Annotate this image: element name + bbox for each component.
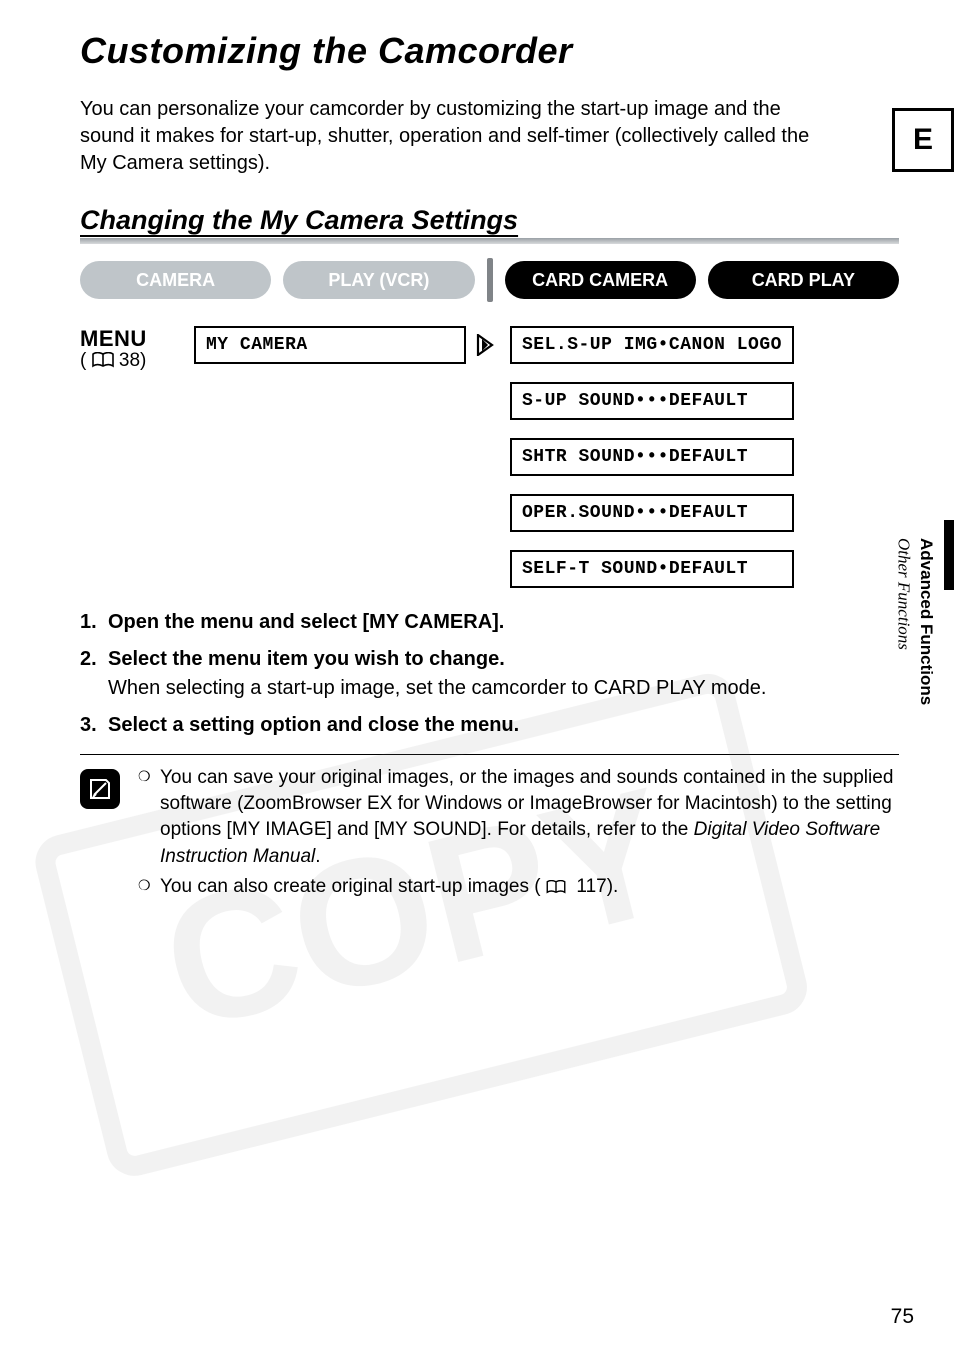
mode-card-play: CARD PLAY [708, 261, 899, 299]
menu-first-row: MY CAMERA [194, 326, 496, 364]
step-2-text: Select the menu item you wish to change. [108, 648, 505, 670]
note-1-c: . [315, 846, 320, 867]
note-2-a: You can also create original start-up im… [160, 876, 541, 897]
mode-card-camera: CARD CAMERA [505, 261, 696, 299]
notepad-icon [86, 775, 114, 803]
osd-item-1: S-UP SOUND•••DEFAULT [510, 382, 794, 420]
section-heading: Changing the My Camera Settings [80, 205, 899, 240]
menu-reference: ( 38) [80, 350, 180, 372]
osd-my-camera: MY CAMERA [194, 326, 466, 364]
note-2-b: ). [607, 876, 619, 897]
note-2: You can also create original start-up im… [138, 874, 899, 900]
mode-row: CAMERA PLAY (VCR) CARD CAMERA CARD PLAY [80, 258, 899, 302]
page: COPY Customizing the Camcorder You can p… [0, 0, 954, 1357]
side-tab-strip [944, 520, 954, 590]
side-tab-title: Advanced Functions [916, 538, 936, 705]
note-2-ref: 117 [576, 876, 606, 897]
osd-item-3: OPER.SOUND•••DEFAULT [510, 494, 794, 532]
osd-column: SEL.S-UP IMG•CANON LOGO S-UP SOUND•••DEF… [510, 326, 794, 588]
notes-row: You can save your original images, or th… [80, 765, 899, 904]
steps-list: Open the menu and select [MY CAMERA]. Se… [80, 608, 899, 740]
divider [80, 754, 899, 755]
step-1-text: Open the menu and select [MY CAMERA]. [108, 611, 504, 633]
arrow-slot [474, 326, 496, 364]
step-2-sub: When selecting a start-up image, set the… [108, 674, 899, 703]
mode-camera: CAMERA [80, 261, 271, 299]
page-title: Customizing the Camcorder [80, 30, 899, 72]
play-arrow-icon [476, 334, 494, 356]
menu-label: MENU [80, 326, 180, 352]
step-3: Select a setting option and close the me… [80, 711, 899, 740]
osd-item-0: SEL.S-UP IMG•CANON LOGO [510, 326, 794, 364]
note-icon [80, 769, 120, 809]
osd-item-4: SELF-T SOUND•DEFAULT [510, 550, 794, 588]
intro-paragraph: You can personalize your camcorder by cu… [80, 96, 840, 177]
mode-separator [487, 258, 493, 302]
language-tab: E [892, 108, 954, 172]
book-icon [92, 352, 114, 368]
notes: You can save your original images, or th… [138, 765, 899, 904]
menu-left: MENU ( 38) [80, 326, 180, 372]
side-tab: Other Functions Advanced Functions [893, 538, 936, 798]
note-1: You can save your original images, or th… [138, 765, 899, 870]
osd-item-2: SHTR SOUND•••DEFAULT [510, 438, 794, 476]
step-2: Select the menu item you wish to change.… [80, 645, 899, 703]
step-1: Open the menu and select [MY CAMERA]. [80, 608, 899, 637]
page-number: 75 [891, 1305, 914, 1329]
language-tab-label: E [913, 123, 933, 157]
menu-diagram: MENU ( 38) MY CAMERA SEL.S-UP IMG•CANON … [80, 326, 899, 588]
mode-play-vcr: PLAY (VCR) [283, 261, 474, 299]
menu-ref-number: 38 [119, 350, 140, 371]
step-3-text: Select a setting option and close the me… [108, 714, 519, 736]
book-icon [546, 880, 566, 894]
